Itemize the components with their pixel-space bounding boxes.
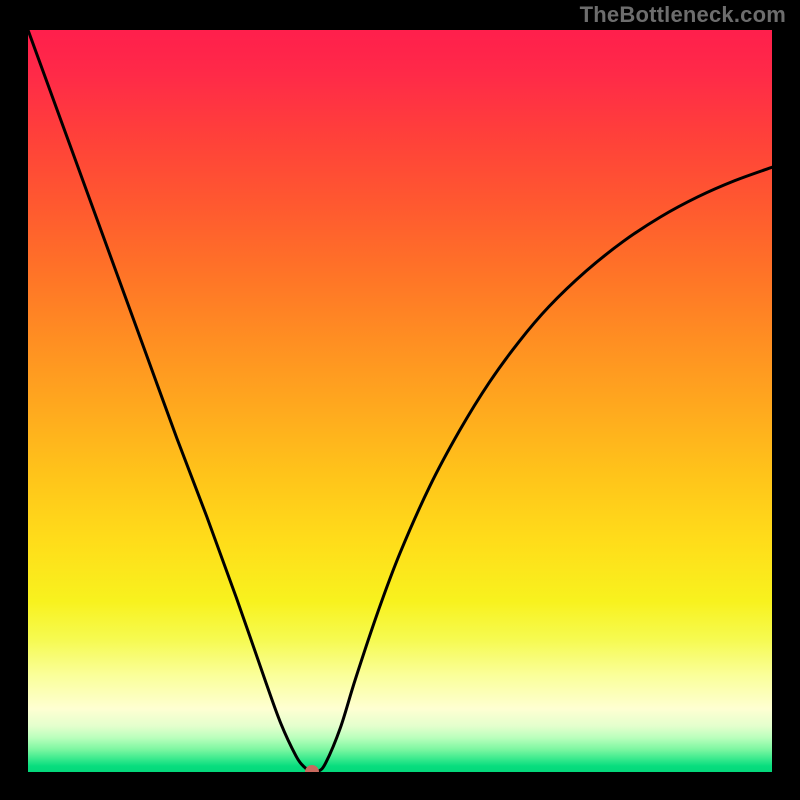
watermark-text: TheBottleneck.com: [580, 2, 786, 28]
plot-area: [28, 30, 772, 772]
chart-frame: TheBottleneck.com: [0, 0, 800, 800]
curve-svg: [28, 30, 772, 772]
minimum-marker: [305, 765, 319, 772]
bottleneck-curve: [28, 30, 772, 772]
